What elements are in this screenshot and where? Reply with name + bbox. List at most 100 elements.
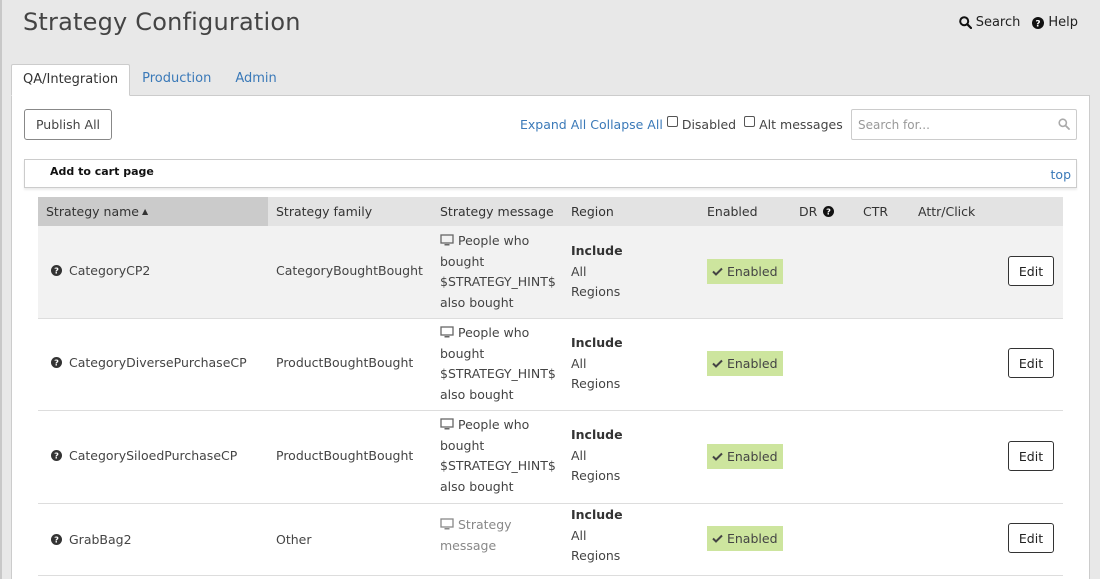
column-header-attr-click[interactable]: Attr/Click — [918, 197, 975, 226]
search-input[interactable] — [852, 110, 1042, 139]
region-mode: Include — [571, 335, 623, 350]
message-line: Strategy — [458, 517, 512, 532]
tab-panel: Publish All Expand All Collapse All Disa… — [11, 95, 1090, 579]
message-line: bought — [440, 345, 485, 361]
region-line: All — [571, 355, 587, 371]
strategy-family: Other — [276, 532, 312, 547]
region: Include All Regions — [571, 333, 623, 395]
region: Include All Regions — [571, 241, 623, 303]
tab-admin[interactable]: Admin — [223, 64, 288, 96]
top-link[interactable]: top — [1051, 167, 1071, 182]
region-mode: Include — [571, 243, 623, 258]
question-circle-icon[interactable]: ? — [51, 357, 62, 368]
strategy-name[interactable]: CategoryCP2 — [69, 263, 150, 278]
disabled-checkbox[interactable] — [666, 116, 678, 127]
strategy-message: Strategy message — [440, 515, 568, 556]
strategy-name[interactable]: CategoryDiversePurchaseCP — [69, 355, 247, 370]
question-circle-icon[interactable]: ? — [51, 450, 62, 461]
environment-tabs: QA/Integration Production Admin — [11, 64, 289, 96]
enabled-label: Enabled — [726, 264, 778, 279]
edit-button[interactable]: Edit — [1008, 348, 1054, 378]
message-line: also bought — [440, 294, 514, 310]
enabled-status-badge[interactable]: Enabled — [707, 444, 783, 469]
edit-button[interactable]: Edit — [1008, 523, 1054, 553]
strategy-family: ProductBoughtBought — [276, 355, 414, 370]
enabled-status-badge[interactable]: Enabled — [707, 351, 783, 376]
region-line: Regions — [571, 468, 621, 483]
tab-qa-integration[interactable]: QA/Integration — [11, 64, 131, 96]
message-line: People who — [458, 417, 530, 432]
page-title: Strategy Configuration — [23, 8, 301, 36]
section-title: Add to cart page — [50, 165, 154, 178]
column-header-strategy-family[interactable]: Strategy family — [276, 197, 372, 226]
checkmark-icon — [712, 452, 723, 461]
desktop-icon — [440, 518, 454, 530]
section-header: Add to cart page top — [24, 159, 1077, 188]
desktop-icon — [440, 418, 454, 430]
svg-text:?: ? — [54, 535, 59, 545]
enabled-status-badge[interactable]: Enabled — [707, 526, 783, 551]
column-header-dr[interactable]: DR ? — [799, 197, 835, 226]
table-row: ? CategorySiloedPurchaseCP ProductBought… — [38, 411, 1063, 504]
strategy-family: ProductBoughtBought — [276, 448, 414, 463]
enabled-status-badge[interactable]: Enabled — [707, 259, 783, 284]
message-line: $STRATEGY_HINT$ — [440, 458, 556, 473]
region: Include All Regions — [571, 505, 623, 567]
strategy-message: People who bought $STRATEGY_HINT$ also b… — [440, 323, 568, 405]
tab-production[interactable]: Production — [130, 64, 223, 96]
region-line: All — [571, 527, 587, 543]
desktop-icon — [440, 234, 454, 246]
region-line: All — [571, 263, 587, 279]
message-line: People who — [458, 233, 530, 248]
publish-all-button[interactable]: Publish All — [24, 109, 112, 140]
message-line: People who — [458, 325, 530, 340]
svg-text:?: ? — [1036, 19, 1041, 29]
strategy-name[interactable]: GrabBag2 — [69, 532, 132, 547]
svg-text:?: ? — [54, 451, 59, 461]
column-header-enabled[interactable]: Enabled — [707, 197, 758, 226]
question-circle-icon[interactable]: ? — [51, 265, 62, 276]
question-circle-icon[interactable]: ? — [51, 534, 62, 545]
edit-button[interactable]: Edit — [1008, 256, 1054, 286]
strategy-name[interactable]: CategorySiloedPurchaseCP — [69, 448, 237, 463]
checkmark-icon — [712, 267, 723, 276]
svg-text:?: ? — [826, 207, 831, 217]
expand-all-link[interactable]: Expand All — [520, 117, 586, 132]
edit-button[interactable]: Edit — [1008, 441, 1054, 471]
enabled-label: Enabled — [726, 531, 778, 546]
enabled-label: Enabled — [726, 449, 778, 464]
search-icon — [958, 16, 972, 29]
column-header-label: DR — [799, 204, 818, 219]
collapse-all-link[interactable]: Collapse All — [590, 117, 663, 132]
disabled-checkbox-label: Disabled — [681, 117, 737, 132]
checkmark-icon — [712, 534, 723, 543]
region-line: All — [571, 447, 587, 463]
column-header-ctr[interactable]: CTR — [863, 197, 888, 226]
message-line: $STRATEGY_HINT$ — [440, 366, 556, 381]
strategy-message: People who bought $STRATEGY_HINT$ also b… — [440, 231, 568, 313]
table-row: ? CategoryCP2 CategoryBoughtBought Peopl… — [38, 226, 1063, 319]
region-line: Regions — [571, 284, 621, 299]
help-link-label: Help — [1048, 15, 1078, 30]
column-header-region[interactable]: Region — [571, 197, 614, 226]
search-link[interactable]: Search — [958, 15, 1020, 30]
message-line: bought — [440, 253, 485, 269]
alt-messages-checkbox[interactable] — [744, 116, 756, 127]
strategy-table: Strategy name ▲ Strategy family Strategy … — [38, 197, 1063, 579]
page-edge — [0, 0, 2, 579]
strategy-family: CategoryBoughtBought — [276, 263, 423, 278]
view-options: Expand All Collapse All Disabled Alt mes… — [520, 109, 845, 140]
help-link[interactable]: ? Help — [1032, 15, 1078, 30]
region-mode: Include — [571, 427, 623, 442]
column-header-strategy-message[interactable]: Strategy message — [440, 197, 554, 226]
sort-ascending-icon: ▲ — [141, 207, 149, 216]
search-icon — [1058, 118, 1070, 130]
column-header-strategy-name[interactable]: Strategy name ▲ — [38, 197, 268, 226]
desktop-icon — [440, 326, 454, 338]
message-line: $STRATEGY_HINT$ — [440, 274, 556, 289]
svg-text:?: ? — [54, 266, 59, 276]
checkmark-icon — [712, 359, 723, 368]
header-links: Search ? Help — [958, 15, 1078, 30]
table-row: ? CategoryDiversePurchaseCP ProductBough… — [38, 319, 1063, 411]
region-mode: Include — [571, 507, 623, 522]
